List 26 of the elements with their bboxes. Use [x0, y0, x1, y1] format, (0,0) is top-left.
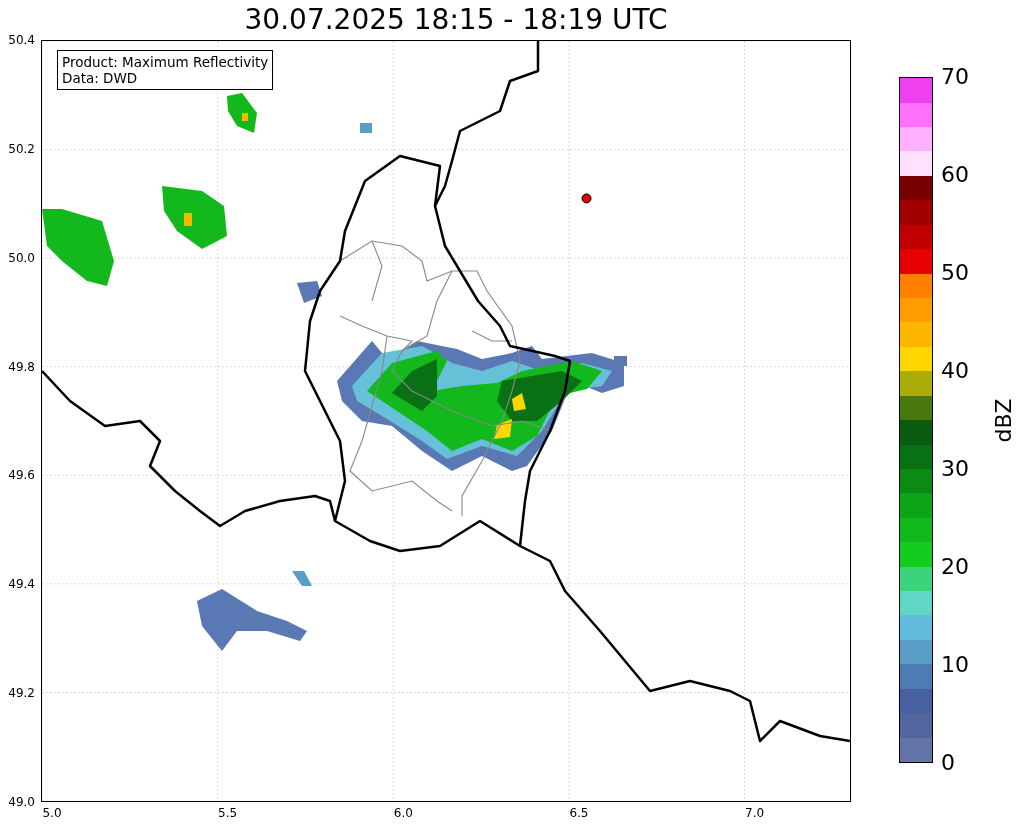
location-marker — [581, 193, 592, 204]
colorbar-tick-label: 40 — [941, 359, 969, 383]
colorbar-label: dBZ — [990, 397, 1016, 443]
axis-tick-label: 6.0 — [393, 806, 413, 820]
axis-tick-label: 49.8 — [8, 359, 35, 374]
colorbar-tick-label: 60 — [941, 163, 969, 187]
axis-tick-label: 5.0 — [42, 806, 62, 820]
axis-tick-label: 49.6 — [8, 468, 35, 483]
axis-tick-label: 50.0 — [8, 250, 35, 265]
colorbar-tick-label: 30 — [941, 457, 969, 481]
colorbar-tick-label: 10 — [941, 653, 969, 677]
axis-tick-label: 50.2 — [8, 141, 35, 156]
chart-title: 30.07.2025 18:15 - 18:19 UTC — [243, 2, 669, 38]
axis-tick-label: 49.2 — [8, 686, 35, 701]
colorbar-tick-label: 70 — [941, 65, 969, 89]
colorbar-tick-label: 0 — [941, 751, 955, 775]
axis-tick-label: 49.0 — [8, 795, 35, 809]
colorbar-tick-label: 50 — [941, 261, 969, 285]
legend-text: Product: Maximum Reflectivity — [62, 54, 269, 70]
axis-tick-label: 50.4 — [8, 33, 35, 47]
colorbar-tick-label: 20 — [941, 555, 969, 579]
legend-text: Data: DWD — [62, 70, 139, 86]
axis-tick-label: 6.5 — [569, 806, 589, 820]
axis-tick-label: 49.4 — [8, 577, 35, 592]
axis-tick-label: 5.5 — [218, 806, 238, 820]
axis-tick-label: 7.0 — [745, 806, 765, 820]
